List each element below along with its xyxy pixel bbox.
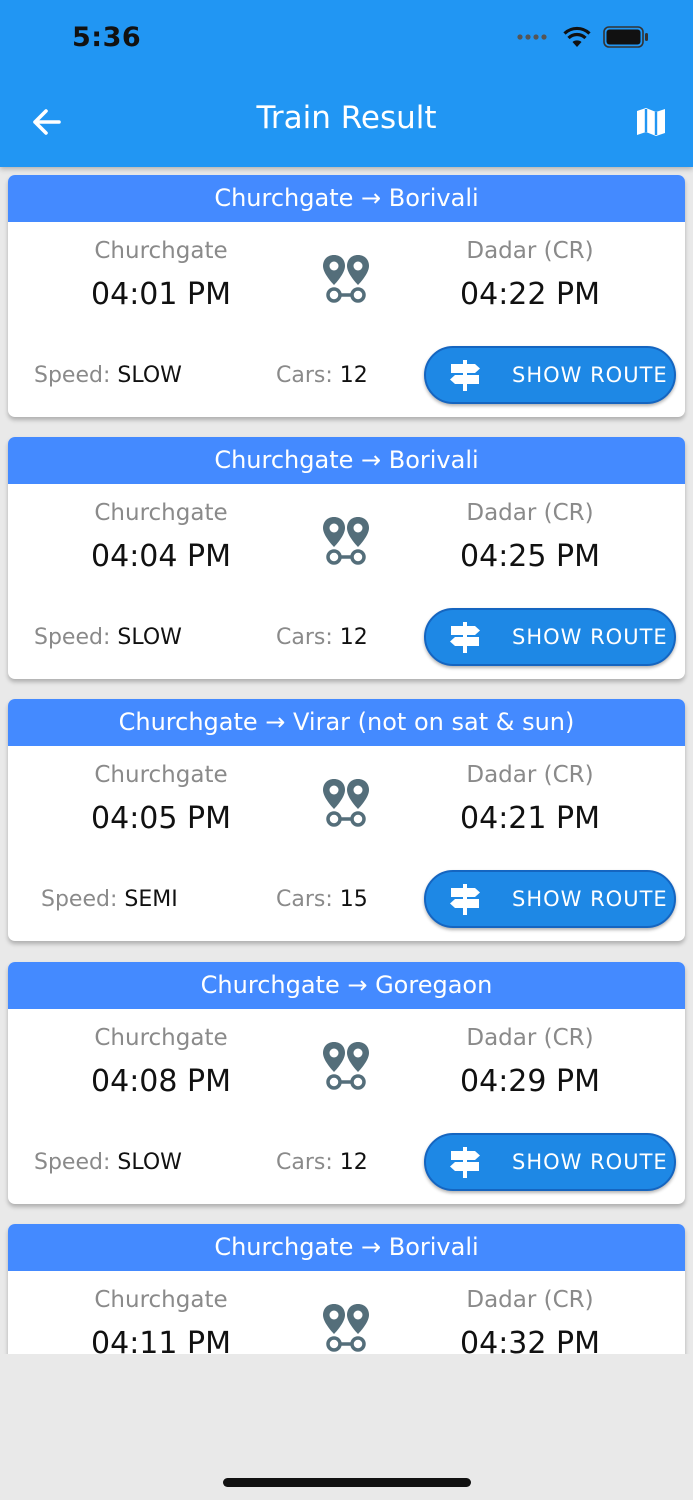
page-title: Train Result [256,100,437,136]
show-route-label: SHOW ROUTE [512,625,668,649]
route-title: Churchgate → Borivali [8,437,685,484]
route-icon [321,1302,371,1354]
arrival-time: 04:21 PM [460,801,600,836]
arrival-time: 04:25 PM [460,539,600,574]
wifi-icon [563,26,591,47]
speed-value: SLOW [117,1150,182,1175]
speed-value: SLOW [117,625,182,650]
cars-info: Cars: 12 [276,363,368,388]
arrival-time: 04:32 PM [460,1326,600,1354]
status-icons [517,26,649,48]
route-title: Churchgate → Virar (not on sat & sun) [8,699,685,746]
departure-time: 04:08 PM [91,1064,231,1099]
arrival-time: 04:22 PM [460,277,600,312]
home-indicator[interactable] [223,1478,471,1487]
to-station: Dadar (CR) [466,500,594,526]
signpost-icon [448,358,482,392]
route-title: Churchgate → Borivali [8,1224,685,1271]
from-station: Churchgate [94,1025,228,1051]
speed-info: Speed: SLOW [34,1150,182,1175]
cars-value: 15 [339,887,368,912]
speed-label: Speed: [34,1150,111,1175]
signpost-icon [448,620,482,654]
cars-info: Cars: 15 [276,887,368,912]
speed-label: Speed: [34,625,111,650]
cars-value: 12 [339,363,368,388]
route-title: Churchgate → Borivali [8,175,685,222]
route-icon [321,515,371,567]
departure-time: 04:04 PM [91,539,231,574]
speed-value: SEMI [124,887,178,912]
speed-info: Speed: SEMI [41,887,178,912]
speed-info: Speed: SLOW [34,363,182,388]
map-icon [637,108,665,136]
speed-value: SLOW [117,363,182,388]
route-title: Churchgate → Goregaon [8,962,685,1009]
from-station: Churchgate [94,238,228,264]
show-route-label: SHOW ROUTE [512,363,668,387]
from-station: Churchgate [94,762,228,788]
departure-time: 04:05 PM [91,801,231,836]
train-card[interactable]: Churchgate → Borivali Churchgate 04:01 PM D… [8,175,685,417]
to-station: Dadar (CR) [466,1287,594,1313]
route-icon [321,253,371,305]
app-bar: 5:36 Train Result [0,0,693,167]
cars-value: 12 [339,625,368,650]
cars-label: Cars: [276,363,333,388]
speed-info: Speed: SLOW [34,625,182,650]
train-card[interactable]: Churchgate → Borivali Churchgate 04:11 PM D… [8,1224,685,1354]
show-route-button[interactable]: SHOW ROUTE [424,346,676,404]
route-icon [321,1040,371,1092]
show-route-label: SHOW ROUTE [512,1150,668,1174]
signpost-icon [448,882,482,916]
signpost-icon [448,1145,482,1179]
cars-info: Cars: 12 [276,1150,368,1175]
train-card[interactable]: Churchgate → Goregaon Churchgate 04:08 PM D… [8,962,685,1204]
cars-label: Cars: [276,887,333,912]
train-card[interactable]: Churchgate → Borivali Churchgate 04:04 PM D… [8,437,685,679]
show-route-button[interactable]: SHOW ROUTE [424,608,676,666]
show-route-button[interactable]: SHOW ROUTE [424,1133,676,1191]
cars-label: Cars: [276,625,333,650]
arrival-time: 04:29 PM [460,1064,600,1099]
map-button[interactable] [631,102,671,142]
show-route-button[interactable]: SHOW ROUTE [424,870,676,928]
to-station: Dadar (CR) [466,238,594,264]
status-time: 5:36 [72,22,142,53]
train-card[interactable]: Churchgate → Virar (not on sat & sun) Chu… [8,699,685,941]
cars-value: 12 [339,1150,368,1175]
show-route-label: SHOW ROUTE [512,887,668,911]
cars-label: Cars: [276,1150,333,1175]
train-results-list[interactable]: Churchgate → Borivali Churchgate 04:01 PM D… [0,167,693,1354]
from-station: Churchgate [94,500,228,526]
to-station: Dadar (CR) [466,1025,594,1051]
to-station: Dadar (CR) [466,762,594,788]
battery-icon [603,26,648,48]
route-icon [321,777,371,829]
signal-icon [517,34,547,40]
speed-label: Speed: [41,887,118,912]
cars-info: Cars: 12 [276,625,368,650]
departure-time: 04:01 PM [91,277,231,312]
departure-time: 04:11 PM [91,1326,231,1354]
speed-label: Speed: [34,363,111,388]
from-station: Churchgate [94,1287,228,1313]
